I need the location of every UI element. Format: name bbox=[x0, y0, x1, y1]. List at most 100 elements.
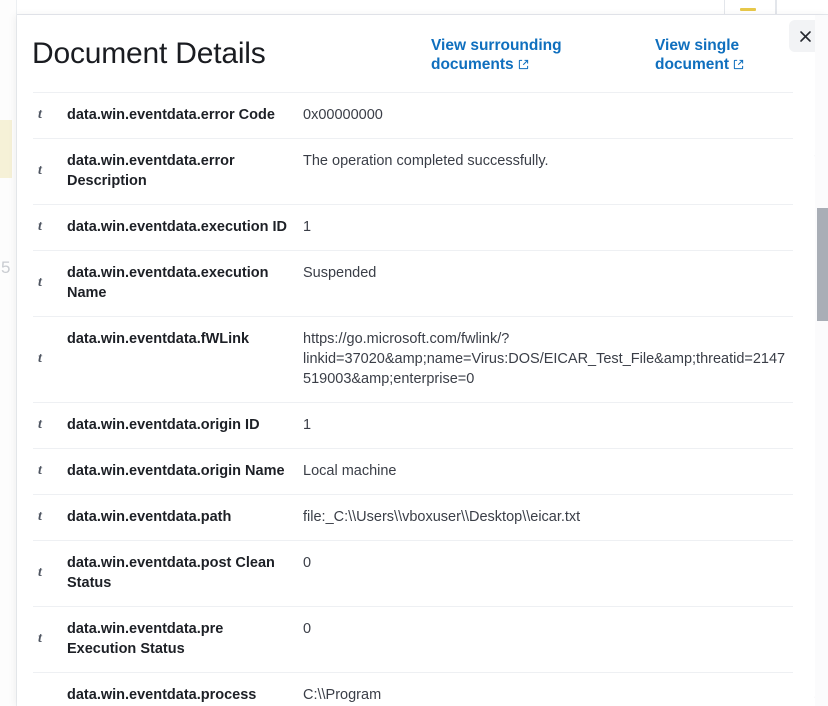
field-type-cell: t bbox=[33, 205, 67, 251]
field-name-cell: data.win.eventdata.error Code bbox=[67, 93, 303, 139]
document-details-scroll-area[interactable]: tontdata.win.eventdata.error Code0x00000… bbox=[17, 81, 828, 706]
table-row: tdata.win.eventdata.error Code 0x00000000 bbox=[33, 93, 793, 139]
field-type-cell: t bbox=[33, 139, 67, 205]
string-type-icon: t bbox=[35, 566, 67, 580]
field-name-cell: data.win.eventdata.execution ID bbox=[67, 205, 303, 251]
field-value: https://go.microsoft.com/fwlink/?linkid=… bbox=[303, 329, 793, 389]
field-type-cell: t bbox=[33, 607, 67, 673]
field-value-cell: https://go.microsoft.com/fwlink/?linkid=… bbox=[303, 317, 793, 403]
page-scrollbar[interactable] bbox=[815, 15, 828, 706]
background-top-cell bbox=[776, 0, 828, 14]
background-highlight-band bbox=[0, 120, 12, 178]
field-value: Local machine bbox=[303, 461, 793, 481]
field-type-cell: t bbox=[33, 403, 67, 449]
field-name-cell: data.win.eventdata.origin Name bbox=[67, 449, 303, 495]
field-value-cell: 0 bbox=[303, 541, 793, 607]
page-scrollbar-thumb[interactable] bbox=[817, 208, 828, 321]
view-single-document-label: View single document bbox=[655, 37, 739, 73]
field-value-cell bbox=[303, 81, 793, 93]
field-name-cell: data.win.eventdata.post Clean Status bbox=[67, 541, 303, 607]
field-type-cell: t bbox=[33, 495, 67, 541]
field-value: 0 bbox=[303, 619, 793, 639]
flyout-header: Document Details View surrounding docume… bbox=[17, 15, 828, 81]
field-type-cell: t bbox=[33, 541, 67, 607]
string-type-icon: t bbox=[35, 164, 67, 178]
field-name-cell: data.win.eventdata.origin ID bbox=[67, 403, 303, 449]
table-row: tdata.win.eventdata.process Name C:\\Prog… bbox=[33, 673, 793, 706]
field-value: 0 bbox=[303, 553, 793, 573]
field-name: data.win.eventdata.error Code bbox=[67, 105, 289, 125]
string-type-icon: t bbox=[35, 418, 67, 432]
field-value-cell: The operation completed successfully. bbox=[303, 139, 793, 205]
field-value-cell: Local machine bbox=[303, 449, 793, 495]
field-name-cell: data.win.eventdata.process Name bbox=[67, 673, 303, 706]
string-type-icon: t bbox=[35, 352, 67, 366]
string-type-icon: t bbox=[35, 632, 67, 646]
field-name: data.win.eventdata.origin Name bbox=[67, 461, 289, 481]
screen: 5 Document Details View surrounding docu… bbox=[0, 0, 828, 706]
field-value: 1 bbox=[303, 217, 793, 237]
close-icon bbox=[798, 29, 813, 44]
field-name-cell: data.win.eventdata.error Description bbox=[67, 139, 303, 205]
string-type-icon: t bbox=[35, 220, 67, 234]
field-value-cell: 0x00000000 bbox=[303, 93, 793, 139]
scroll-inner: tontdata.win.eventdata.error Code0x00000… bbox=[17, 81, 828, 706]
table-row: tdata.win.eventdata.execution ID 1 bbox=[33, 205, 793, 251]
document-fields-body: tontdata.win.eventdata.error Code0x00000… bbox=[33, 81, 793, 706]
field-value: file:_C:\\Users\\vboxuser\\Desktop\\eica… bbox=[303, 507, 793, 527]
field-name: data.win.eventdata.fWLink bbox=[67, 329, 289, 349]
string-type-icon: t bbox=[35, 464, 67, 478]
string-type-icon: t bbox=[35, 510, 67, 524]
background-top-cell bbox=[724, 0, 776, 14]
table-row: tdata.win.eventdata.pre Execution Status… bbox=[33, 607, 793, 673]
document-details-flyout: Document Details View surrounding docume… bbox=[17, 15, 828, 706]
field-name: data.win.eventdata.process Name bbox=[67, 685, 289, 706]
table-row: tdata.win.eventdata.origin ID 1 bbox=[33, 403, 793, 449]
field-value-cell: C:\\Program Files\\WindowsApps\\Microsof… bbox=[303, 673, 793, 706]
field-name-cell: data.win.eventdata.fWLink bbox=[67, 317, 303, 403]
header-links: View surrounding documents View single d… bbox=[431, 36, 795, 74]
background-highlight-mark bbox=[740, 8, 756, 11]
field-type-cell: t bbox=[33, 449, 67, 495]
field-value: 0x00000000 bbox=[303, 105, 793, 125]
field-type-cell: t bbox=[33, 317, 67, 403]
external-link-icon bbox=[733, 59, 744, 70]
table-row: ton bbox=[33, 81, 793, 93]
string-type-icon: t bbox=[35, 108, 67, 122]
view-surrounding-documents-label: View surrounding documents bbox=[431, 37, 562, 73]
field-type-cell: t bbox=[33, 81, 67, 93]
field-name: data.win.eventdata.path bbox=[67, 507, 289, 527]
field-name: data.win.eventdata.error Description bbox=[67, 151, 289, 191]
field-value: The operation completed successfully. bbox=[303, 151, 793, 171]
background-top-bar bbox=[0, 0, 828, 15]
field-name-cell: data.win.eventdata.path bbox=[67, 495, 303, 541]
field-name: data.win.eventdata.origin ID bbox=[67, 415, 289, 435]
field-name: data.win.eventdata.pre Execution Status bbox=[67, 619, 289, 659]
field-name-cell: data.win.eventdata.execution Name bbox=[67, 251, 303, 317]
table-row: tdata.win.eventdata.fWLink https://go.mic… bbox=[33, 317, 793, 403]
table-row: tdata.win.eventdata.post Clean Status 0 bbox=[33, 541, 793, 607]
table-row: tdata.win.eventdata.origin Name Local mac… bbox=[33, 449, 793, 495]
field-value-cell: Suspended bbox=[303, 251, 793, 317]
field-value: Suspended bbox=[303, 263, 793, 283]
field-value: C:\\Program Files\\WindowsApps\\Microsof… bbox=[303, 685, 793, 706]
table-row: tdata.win.eventdata.path file:_C:\\Users\… bbox=[33, 495, 793, 541]
field-type-cell: t bbox=[33, 93, 67, 139]
field-name-cell: data.win.eventdata.pre Execution Status bbox=[67, 607, 303, 673]
table-row: tdata.win.eventdata.error Description The… bbox=[33, 139, 793, 205]
table-row: tdata.win.eventdata.execution NameSuspen… bbox=[33, 251, 793, 317]
background-faint-text: 5 bbox=[1, 258, 10, 278]
view-surrounding-documents-link[interactable]: View surrounding documents bbox=[431, 36, 571, 74]
field-name: data.win.eventdata.post Clean Status bbox=[67, 553, 289, 593]
field-type-cell: t bbox=[33, 673, 67, 706]
page-title: Document Details bbox=[32, 37, 266, 71]
field-type-cell: t bbox=[33, 251, 67, 317]
field-name-cell: on bbox=[67, 81, 303, 93]
field-value-cell: file:_C:\\Users\\vboxuser\\Desktop\\eica… bbox=[303, 495, 793, 541]
field-value: 1 bbox=[303, 415, 793, 435]
field-value-cell: 1 bbox=[303, 205, 793, 251]
field-value-cell: 0 bbox=[303, 607, 793, 673]
string-type-icon: t bbox=[35, 276, 67, 290]
view-single-document-link[interactable]: View single document bbox=[655, 36, 795, 74]
field-name: data.win.eventdata.execution ID bbox=[67, 217, 289, 237]
